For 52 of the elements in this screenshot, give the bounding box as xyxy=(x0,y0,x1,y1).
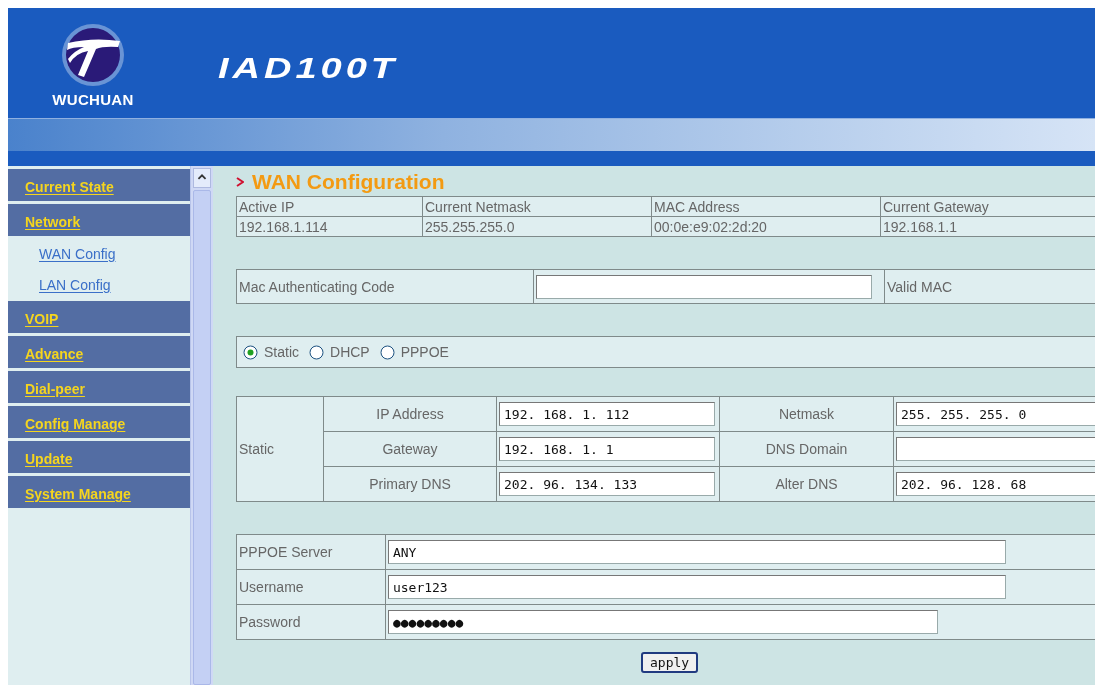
table-cell: DNS Domain xyxy=(719,431,894,467)
product-name: IAD100T xyxy=(218,50,399,85)
menu-section-link[interactable]: VOIP xyxy=(8,301,190,336)
menu-section-link[interactable]: Current State xyxy=(8,169,190,204)
input-field[interactable]: 202. 96. 134. 133 xyxy=(499,472,715,496)
page-title: WAN Configuration xyxy=(236,170,1095,194)
input-field[interactable] xyxy=(896,437,1095,461)
table-cell: Current Netmask xyxy=(422,196,652,217)
menu-section-link[interactable]: Config Manage xyxy=(8,406,190,441)
apply-button[interactable]: apply xyxy=(641,652,699,673)
input-field[interactable]: 192. 168. 1. 112 xyxy=(499,402,715,426)
menu-section-link[interactable]: Network xyxy=(8,204,190,239)
menu-section-link[interactable]: Dial-peer xyxy=(8,371,190,406)
table-cell: Netmask xyxy=(719,396,894,432)
table-cell: 192.168.1.114 xyxy=(236,216,423,237)
table-cell: Gateway xyxy=(323,431,497,467)
table-cell: Primary DNS xyxy=(323,466,497,502)
radio-button[interactable] xyxy=(379,344,395,360)
mac-code-field[interactable] xyxy=(536,274,872,299)
table-cell: Active IP xyxy=(236,196,423,217)
table-cell: PPPOE Server xyxy=(236,534,386,570)
menu-section-link[interactable]: System Manage xyxy=(8,476,190,511)
radio-label[interactable]: PPPOE xyxy=(400,344,449,360)
table-cell: Alter DNS xyxy=(719,466,894,502)
radio-button[interactable] xyxy=(309,344,324,360)
scroll-up-icon[interactable] xyxy=(193,168,211,188)
menu-section-link[interactable]: Advance xyxy=(8,336,190,371)
radio-label[interactable]: Static xyxy=(264,344,299,360)
menu-link[interactable]: WAN Config xyxy=(8,239,190,270)
password-field[interactable]: ●●●●●●●●● xyxy=(387,610,938,634)
table-cell: Valid MAC xyxy=(884,269,1095,304)
brand-name: WUCHUAN xyxy=(52,91,134,108)
input-field[interactable]: 255. 255. 255. 0 xyxy=(896,402,1095,426)
table-cell: 00:0e:e9:02:2d:20 xyxy=(651,216,881,237)
input-field[interactable]: user123 xyxy=(387,575,1006,599)
table-cell: Current Gateway xyxy=(880,196,1095,217)
table-cell: Username xyxy=(236,569,386,605)
scrollbar[interactable] xyxy=(190,166,213,685)
menu-section-link[interactable]: Update xyxy=(8,441,190,476)
table-cell: Static xyxy=(236,396,324,502)
bullet-icon xyxy=(236,177,244,187)
radio-button[interactable] xyxy=(243,344,258,360)
radio-label[interactable]: DHCP xyxy=(330,344,370,360)
input-field[interactable]: 192. 168. 1. 1 xyxy=(499,437,715,461)
input-field[interactable]: ANY xyxy=(387,540,1006,564)
table-cell: Password xyxy=(236,604,386,640)
input-field[interactable]: 202. 96. 128. 68 xyxy=(896,472,1095,496)
table-cell: 255.255.255.0 xyxy=(422,216,652,237)
menu-link[interactable]: LAN Config xyxy=(8,270,190,301)
table-cell: MAC Address xyxy=(651,196,881,217)
table-cell: IP Address xyxy=(323,396,497,432)
table-cell: Mac Authenticating Code xyxy=(236,269,534,304)
